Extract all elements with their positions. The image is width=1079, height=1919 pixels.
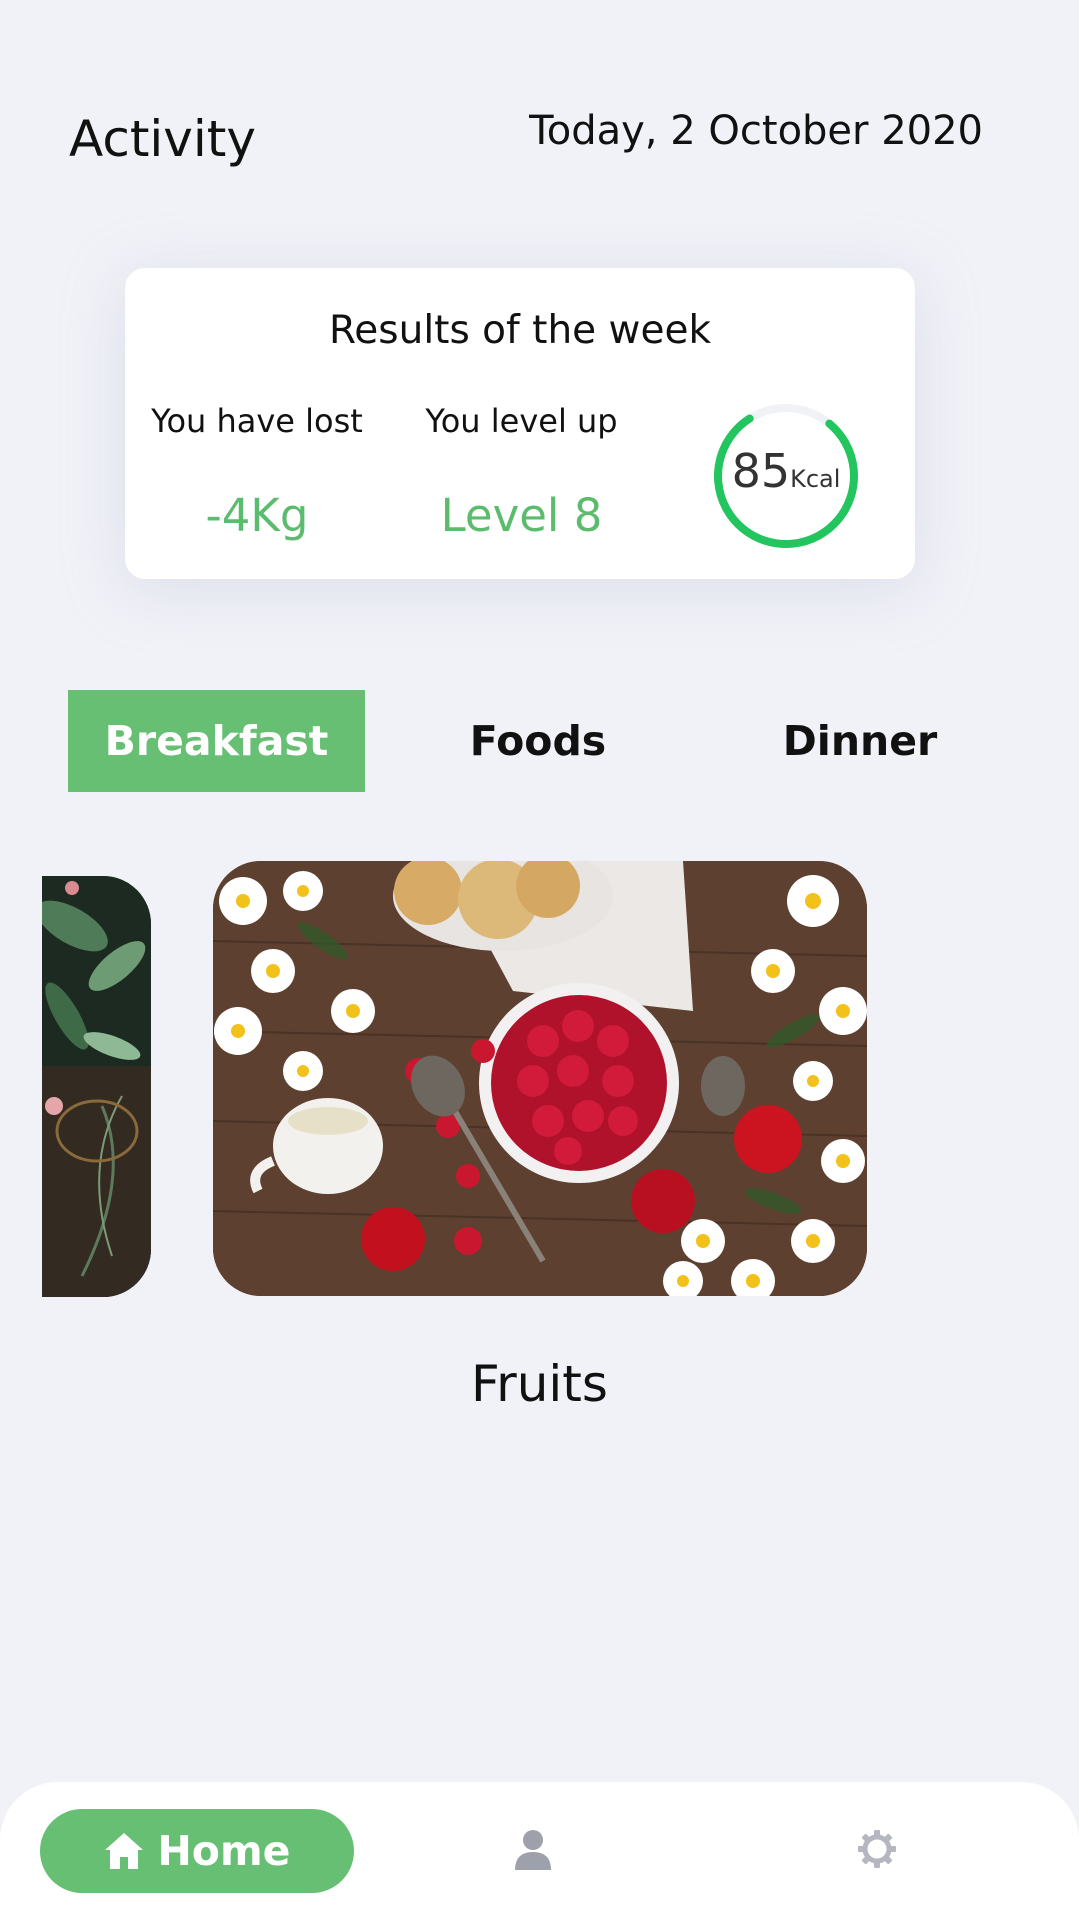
fruits-photo: [213, 861, 867, 1296]
calorie-readout: 85Kcal: [711, 444, 861, 498]
calorie-value: 85: [731, 444, 791, 498]
nav-home-button[interactable]: Home: [40, 1809, 354, 1893]
tab-foods[interactable]: Foods: [418, 690, 658, 792]
gear-icon[interactable]: [857, 1829, 897, 1869]
tab-dinner[interactable]: Dinner: [740, 690, 980, 792]
level-value: Level 8: [440, 489, 603, 542]
weight-lost-value: -4Kg: [205, 489, 309, 542]
tab-breakfast[interactable]: Breakfast: [68, 690, 365, 792]
plants-photo: [42, 876, 151, 1297]
calorie-unit: Kcal: [790, 465, 841, 493]
activity-screen: Activity Today, 2 October 2020 Results o…: [0, 0, 1079, 1919]
bottom-navigation: Home: [0, 1782, 1079, 1919]
carousel-card-previous[interactable]: [42, 876, 151, 1297]
meal-tabs: Breakfast Foods Dinner: [68, 690, 1008, 792]
weekly-results-card: Results of the week You have lost -4Kg Y…: [125, 268, 915, 579]
date-label: Today, 2 October 2020: [529, 108, 983, 154]
carousel-caption: Fruits: [471, 1355, 608, 1413]
person-icon[interactable]: [513, 1828, 553, 1870]
carousel-card-fruits[interactable]: [213, 861, 867, 1296]
results-title: Results of the week: [328, 308, 712, 353]
page-title: Activity: [69, 110, 256, 168]
nav-home-label: Home: [157, 1827, 291, 1875]
weight-lost-label: You have lost: [151, 402, 363, 440]
level-up-label: You level up: [425, 402, 618, 440]
home-icon: [105, 1833, 144, 1869]
